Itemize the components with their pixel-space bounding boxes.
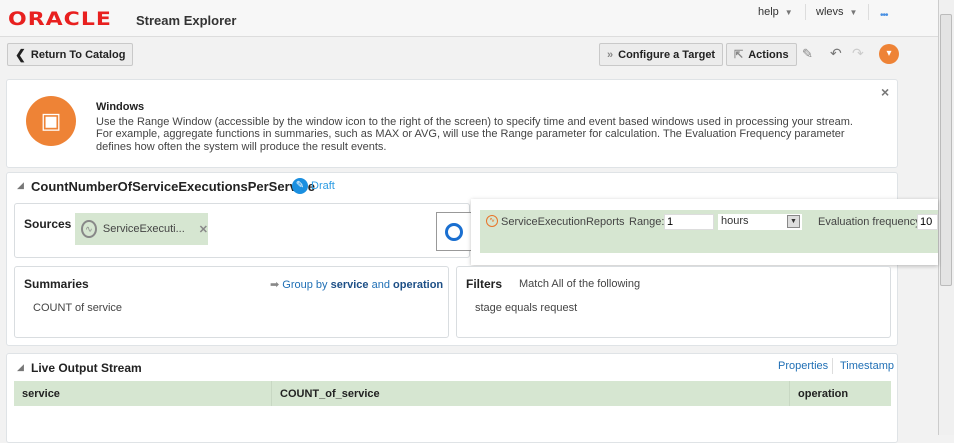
group-and: and	[371, 279, 390, 291]
user-menu[interactable]: wlevs ▼	[816, 6, 857, 18]
divider	[868, 4, 869, 20]
summary-item[interactable]: COUNT of service	[33, 302, 122, 314]
remove-icon[interactable]: ✕	[199, 223, 208, 236]
source-chip[interactable]: ∿ ServiceExecuti... ✕	[75, 213, 208, 245]
target-icon: »	[607, 48, 614, 61]
timestamp-link[interactable]: Timestamp	[840, 360, 894, 372]
actions-label: Actions	[748, 48, 789, 61]
app-title: Stream Explorer	[136, 13, 237, 28]
divider	[832, 358, 833, 374]
configure-label: Configure a Target	[618, 48, 716, 61]
unit-value: hours	[721, 215, 749, 227]
sources-label: Sources	[24, 217, 72, 231]
group-field: operation	[393, 279, 444, 291]
window-source: ServiceExecutionReports	[501, 216, 625, 228]
column-header-count[interactable]: COUNT_of_service	[272, 381, 790, 406]
return-label: Return To Catalog	[30, 48, 126, 61]
windows-icon: ▣	[26, 96, 76, 146]
return-to-catalog-button[interactable]: ❮ Return To Catalog	[7, 43, 134, 66]
query-title: CountNumberOfServiceExecutionsPerService	[31, 179, 315, 194]
scrollbar-thumb[interactable]	[940, 14, 952, 286]
actions-button[interactable]: ⇱ Actions	[726, 43, 797, 66]
summaries-label: Summaries	[24, 277, 89, 291]
divider	[805, 4, 806, 20]
chevron-left-icon: ❮	[15, 46, 26, 62]
configure-target-button[interactable]: » Configure a Target	[599, 43, 724, 66]
range-label: Range:	[629, 216, 665, 228]
source-name: ServiceExecuti...	[102, 223, 185, 235]
filter-match-mode[interactable]: Match All of the following	[519, 278, 640, 290]
column-header-service[interactable]: service	[14, 381, 272, 406]
range-unit-select[interactable]: hours ▼	[718, 214, 802, 230]
stream-icon: ∿	[486, 215, 498, 227]
live-output-title: Live Output Stream	[31, 361, 142, 375]
more-icon[interactable]: •••	[880, 10, 888, 21]
oracle-logo: ORACLE	[8, 8, 112, 31]
group-field: service	[330, 279, 369, 291]
group-by-link[interactable]: ➡ Group by service and operation	[270, 278, 443, 291]
chevron-down-icon: ▼	[784, 8, 793, 17]
arrow-right-icon: ➡	[270, 279, 280, 291]
filter-item[interactable]: stage equals request	[475, 302, 577, 314]
collapse-icon[interactable]: ◢	[17, 362, 24, 373]
column-header-operation[interactable]: operation	[790, 381, 891, 406]
redo-icon[interactable]: ↷	[852, 45, 864, 62]
user-label: wlevs	[816, 6, 844, 18]
frequency-input[interactable]	[917, 214, 938, 230]
range-input[interactable]	[664, 214, 714, 230]
properties-link[interactable]: Properties	[778, 360, 828, 372]
info-text: Use the Range Window (accessible by the …	[96, 116, 853, 153]
help-tip-icon[interactable]: ▾	[879, 44, 899, 64]
help-menu[interactable]: help ▼	[758, 6, 793, 18]
clock-icon	[445, 222, 463, 241]
window-button[interactable]	[436, 212, 472, 251]
group-by-prefix: Group by	[282, 279, 328, 291]
collapse-icon[interactable]: ◢	[17, 180, 24, 191]
chevron-down-icon: ▼	[849, 8, 858, 17]
pencil-icon[interactable]: ✎	[292, 178, 308, 194]
edit-icon[interactable]: ✎	[802, 46, 813, 62]
info-title: Windows	[96, 101, 145, 113]
draft-status[interactable]: Draft	[311, 180, 335, 192]
undo-icon[interactable]: ↶	[830, 45, 842, 62]
frequency-label: Evaluation frequency:	[818, 216, 924, 228]
close-icon[interactable]: ×	[881, 84, 889, 100]
help-label: help	[758, 6, 779, 18]
export-icon: ⇱	[734, 49, 744, 61]
filters-label: Filters	[466, 277, 503, 291]
stream-icon: ∿	[81, 220, 97, 238]
dropdown-icon: ▼	[787, 215, 800, 228]
